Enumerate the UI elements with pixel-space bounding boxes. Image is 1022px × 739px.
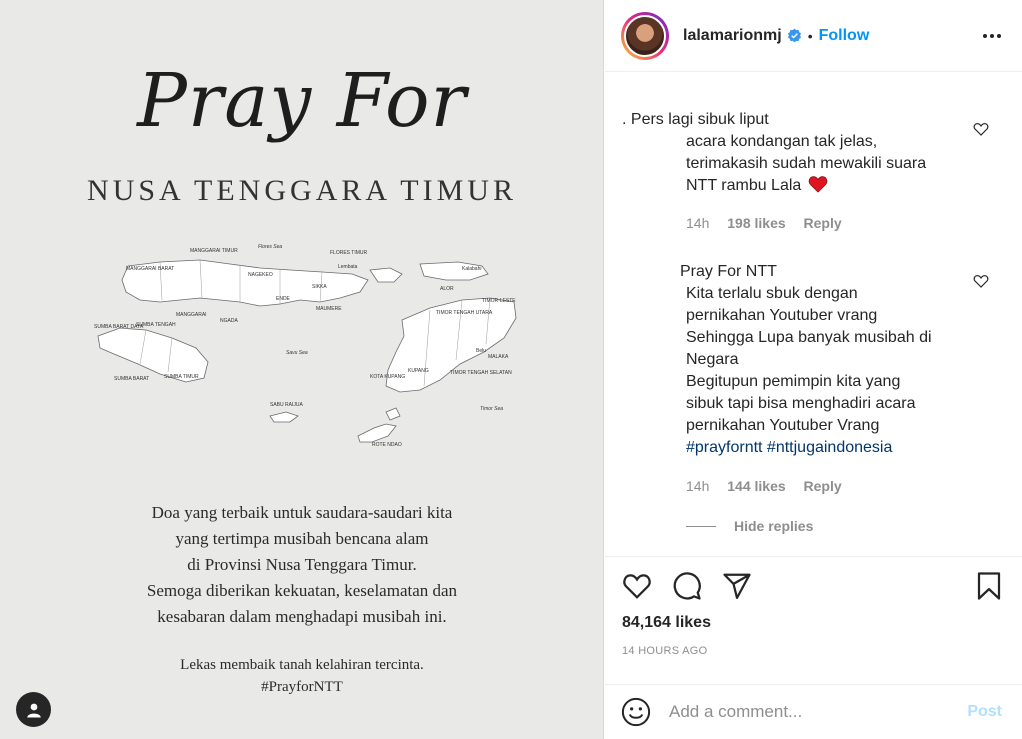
map-label: SIKKA xyxy=(312,284,327,290)
avatar-image xyxy=(624,14,666,57)
map-label: TIMOR TENGAH SELATAN xyxy=(450,370,512,376)
map-label: Kalabahi xyxy=(462,266,481,272)
map-label: TIMOR TENGAH UTARA xyxy=(436,310,493,316)
map-label: MANGGARAI xyxy=(176,312,207,318)
comment-hashtags[interactable]: #prayforntt #nttjugaindonesia xyxy=(686,439,892,456)
rote-island xyxy=(357,423,397,443)
comment-meta: 14h 144 likes Reply xyxy=(686,478,856,494)
comment-line: . Pers lagi sibuk liput xyxy=(622,111,769,128)
comment-text: . Pers lagi sibuk liput acara kondangan … xyxy=(622,109,976,197)
comment-line: Begitupun pemimpin kita yang xyxy=(686,373,901,390)
comment-like-heart-icon[interactable] xyxy=(973,273,989,289)
image-footer-line: Lekas membaik tanah kelahiran tercinta. xyxy=(180,657,424,673)
map-label: SUMBA BARAT xyxy=(114,376,149,382)
comment-icon[interactable] xyxy=(672,571,702,601)
comment-line: pernikahan Youtuber vrang xyxy=(686,307,878,324)
comment-like-heart-icon[interactable] xyxy=(973,121,989,137)
map-label: SUMBA TENGAH xyxy=(136,322,176,328)
comment-meta: 14h 198 likes Reply xyxy=(686,215,856,231)
red-heart-emoji-icon xyxy=(808,176,827,193)
comment-likes[interactable]: 198 likes xyxy=(727,215,785,231)
share-icon[interactable] xyxy=(722,571,752,601)
map-label: Belu xyxy=(476,348,486,354)
comment-line: Kita terlalu sbuk dengan xyxy=(686,285,858,302)
comment-line: terimakasih sudah mewakili suara xyxy=(686,155,927,172)
image-footer-line: #PrayforNTT xyxy=(261,679,343,695)
image-caption-line: di Provinsi Nusa Tenggara Timur. xyxy=(187,555,417,574)
comment-line: Pray For NTT xyxy=(680,263,777,280)
image-footer: Lekas membaik tanah kelahiran tercinta. … xyxy=(0,654,603,698)
comment-time[interactable]: 14h xyxy=(686,478,709,494)
map-label: MAUMERE xyxy=(316,306,342,312)
comment-text: Pray For NTT Kita terlalu sbuk dengan pe… xyxy=(680,261,976,459)
sabu-island xyxy=(269,411,299,423)
map-label: NGADA xyxy=(220,318,238,324)
ntt-map: Flores Sea MANGGARAI TIMUR MANGGARAI BAR… xyxy=(94,244,517,448)
image-title-script: Pray For xyxy=(137,58,467,144)
map-label: ROTE NDAO xyxy=(372,442,402,448)
comment-line: Sehingga Lupa banyak musibah di xyxy=(686,329,932,346)
image-title-sub: NUSA TENGGARA TIMUR xyxy=(87,174,517,207)
image-caption-line: kesabaran dalam menghadapi musibah ini. xyxy=(157,607,447,626)
map-label: MALAKA xyxy=(488,354,509,360)
map-label: TIMOR-LESTE xyxy=(482,298,516,304)
map-label: MANGGARAI TIMUR xyxy=(190,248,238,254)
comment-line: acara kondangan tak jelas, xyxy=(686,133,878,150)
image-caption-line: yang tertimpa musibah bencana alam xyxy=(175,529,429,548)
map-label: Lembata xyxy=(338,264,358,270)
comment-reply-button[interactable]: Reply xyxy=(804,215,842,231)
post-comment-button[interactable]: Post xyxy=(967,703,1002,721)
map-label: Savu Sea xyxy=(286,350,308,356)
bookmark-icon[interactable] xyxy=(974,571,1004,601)
map-label: ENDE xyxy=(276,296,291,302)
image-caption-line: Doa yang terbaik untuk saudara-saudari k… xyxy=(151,503,453,522)
comment-reply-button[interactable]: Reply xyxy=(804,478,842,494)
image-caption: Doa yang terbaik untuk saudara-saudari k… xyxy=(0,500,603,630)
user-tag-icon[interactable] xyxy=(16,692,51,727)
map-label: NAGEKEO xyxy=(248,272,273,278)
map-label: SABU RAIJUA xyxy=(270,402,303,408)
comment-time[interactable]: 14h xyxy=(686,215,709,231)
avatar[interactable] xyxy=(621,11,669,60)
map-label: KUPANG xyxy=(408,368,429,374)
post-timestamp[interactable]: 14 HOURS AGO xyxy=(622,645,708,657)
comments-list[interactable]: . Pers lagi sibuk liput acara kondangan … xyxy=(605,73,1022,556)
verified-badge-icon xyxy=(787,28,801,43)
post-image[interactable]: Pray For NUSA TENGGARA TIMUR Flores Sea … xyxy=(0,0,604,739)
hide-replies-button[interactable]: Hide replies xyxy=(686,518,813,534)
map-label: SUMBA TIMUR xyxy=(164,374,199,380)
heart-icon[interactable] xyxy=(622,571,652,601)
comment-line: NTT rambu Lala xyxy=(686,177,802,194)
map-label: ALOR xyxy=(440,286,454,292)
emoji-icon[interactable] xyxy=(621,697,651,727)
map-label: Timor Sea xyxy=(480,406,503,412)
map-label: MANGGARAI BARAT xyxy=(126,266,174,272)
more-options-icon[interactable] xyxy=(980,26,1004,46)
image-caption-line: Semoga diberikan kekuatan, keselamatan d… xyxy=(146,581,458,600)
post-side-panel: lalamarionmj • Follow . Pers lagi sibuk … xyxy=(605,0,1022,739)
username-link[interactable]: lalamarionmj xyxy=(683,27,782,45)
hide-replies-label: Hide replies xyxy=(734,518,814,534)
likes-count[interactable]: 84,164 likes xyxy=(622,614,711,632)
separator-dot: • xyxy=(807,27,813,44)
comment-line: pernikahan Youtuber Vrang xyxy=(686,417,880,434)
map-label: KOTA KUPANG xyxy=(370,374,405,380)
comment-line: Negara xyxy=(686,351,739,368)
comment-input[interactable] xyxy=(669,702,939,722)
follow-button[interactable]: Follow xyxy=(819,27,870,45)
map-label: Flores Sea xyxy=(258,244,282,250)
comment-likes[interactable]: 144 likes xyxy=(727,478,785,494)
map-label: FLORES TIMUR xyxy=(330,250,368,256)
add-comment-bar: Post xyxy=(605,684,1022,739)
divider-line xyxy=(686,525,716,527)
comment-line: sibuk tapi bisa menghadiri acara xyxy=(686,395,916,412)
lembata-island xyxy=(369,267,403,283)
post-actions: 84,164 likes 14 HOURS AGO xyxy=(605,556,1022,684)
post-header: lalamarionmj • Follow xyxy=(605,0,1022,72)
